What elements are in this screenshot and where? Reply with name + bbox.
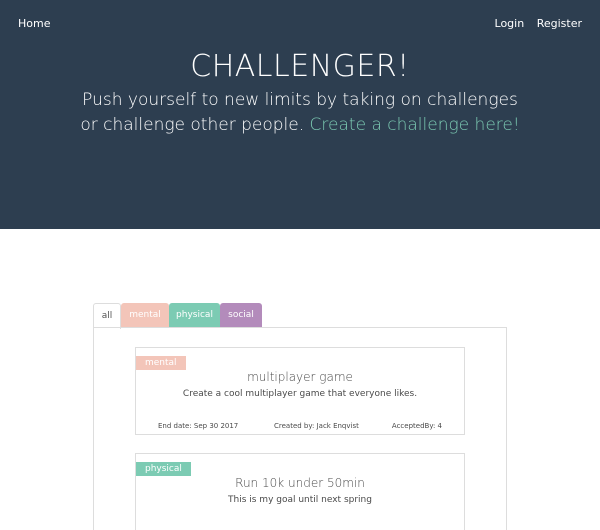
nav-home-link[interactable]: Home — [18, 17, 50, 30]
category-badge: physical — [136, 462, 191, 476]
tab-mental[interactable]: mental — [121, 303, 169, 328]
challenge-card[interactable]: physical Run 10k under 50min This is my … — [135, 453, 465, 530]
category-badge: mental — [136, 356, 186, 370]
nav-login-link[interactable]: Login — [495, 17, 525, 30]
category-tabs: all mental physical social — [93, 303, 262, 329]
create-challenge-link[interactable]: Create a challenge here! — [310, 115, 520, 135]
tab-physical[interactable]: physical — [169, 303, 220, 328]
challenge-description: This is my goal until next spring — [228, 495, 372, 505]
accepted-by: AcceptedBy: 4 — [391, 422, 442, 430]
hero-header: Home Login Register CHALLENGER! Push you… — [0, 0, 600, 229]
challenge-title: Run 10k under 50min — [235, 476, 365, 490]
challenge-card[interactable]: mental multiplayer game Create a cool mu… — [135, 347, 465, 435]
end-date: End date: Sep 30 2017 — [158, 422, 239, 430]
challenge-description: Create a cool multiplayer game that ever… — [182, 389, 418, 399]
created-by: Created by: Jack Enqvist — [274, 422, 359, 430]
tab-all[interactable]: all — [93, 303, 121, 329]
nav-auth: Login Register — [486, 17, 582, 30]
page-title: CHALLENGER! — [190, 49, 410, 84]
tab-social[interactable]: social — [220, 303, 262, 328]
nav-register-link[interactable]: Register — [537, 17, 582, 30]
challenge-title: multiplayer game — [247, 370, 353, 384]
hero-subtitle: Push yourself to new limits by taking on… — [80, 88, 520, 138]
